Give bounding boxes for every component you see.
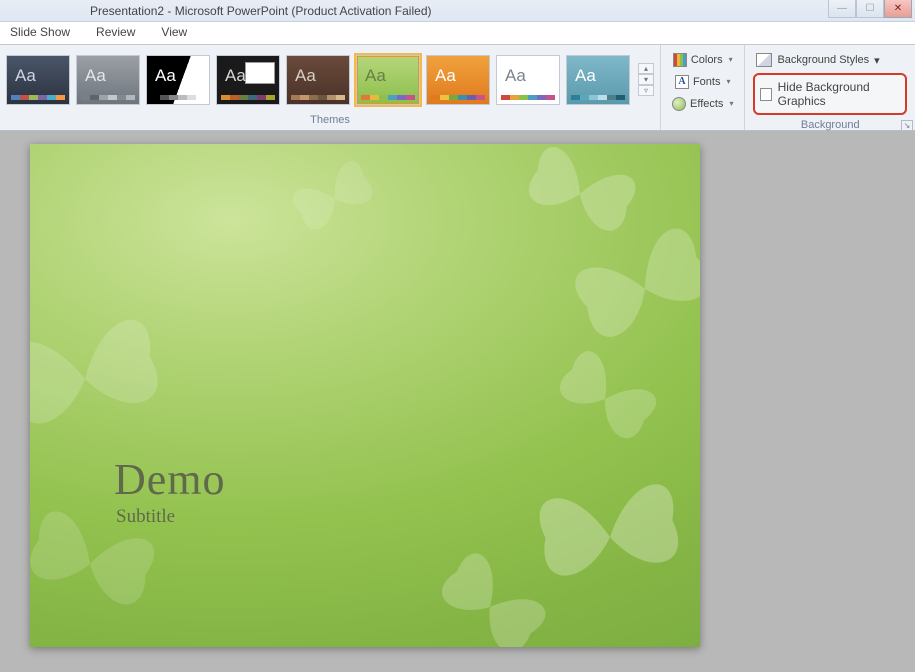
hide-background-graphics-checkbox[interactable]: Hide Background Graphics (753, 73, 907, 115)
theme-aa-label: Aa (295, 66, 316, 86)
theme-thumb-grayscale[interactable]: Aa (76, 55, 140, 105)
window-controls: — ☐ ✕ (828, 0, 912, 18)
title-bar: Presentation2 - Microsoft PowerPoint (Pr… (0, 0, 915, 22)
theme-aa-label: Aa (15, 66, 36, 86)
colors-button[interactable]: Colors ▾ (668, 50, 738, 70)
themes-gallery: Aa Aa Aa Aa Aa Aa Aa Aa Aa ▴▾▿ (0, 45, 660, 114)
theme-thumb-office[interactable]: Aa (6, 55, 70, 105)
theme-swatches (11, 95, 65, 100)
group-label-background: Background ↘ (745, 119, 915, 131)
theme-aa-label: Aa (365, 66, 386, 86)
chevron-down-icon: ▾ (729, 55, 733, 64)
theme-thumb-clean[interactable]: Aa (496, 55, 560, 105)
fonts-label: Fonts (693, 76, 721, 88)
maximize-button[interactable]: ☐ (856, 0, 884, 18)
ribbon-tabs: Slide Show Review View (0, 22, 915, 45)
butterfly-decoration (30, 278, 186, 480)
slide-subtitle[interactable]: Subtitle (116, 506, 175, 528)
tab-slide-show[interactable]: Slide Show (4, 21, 76, 44)
background-styles-button[interactable]: Background Styles ▾ (753, 51, 882, 69)
theme-thumb-blackwhite[interactable]: Aa (146, 55, 210, 105)
group-label-themes: Themes (0, 114, 660, 130)
slide-canvas[interactable]: Demo Subtitle (30, 144, 700, 647)
slide-title[interactable]: Demo (114, 454, 226, 505)
theme-thumb-darkphoto[interactable]: Aa (216, 55, 280, 105)
theme-aa-label: Aa (225, 66, 246, 86)
close-button[interactable]: ✕ (884, 0, 912, 18)
theme-thumb-butterfly[interactable]: Aa (356, 55, 420, 105)
chevron-down-icon: ▾ (726, 77, 730, 86)
window-title: Presentation2 - Microsoft PowerPoint (Pr… (90, 4, 431, 18)
group-background: Background Styles ▾ Hide Background Grap… (745, 45, 915, 130)
theme-aa-label: Aa (575, 66, 596, 86)
chevron-down-icon: ▾ (729, 99, 733, 108)
effects-button[interactable]: Effects ▾ (667, 94, 738, 114)
theme-scroll-up[interactable]: ▴ (638, 63, 654, 74)
ribbon: AaAaAaAaAaAaAaAaAa▴▾▿ Themes Colors ▾ A … (0, 45, 915, 131)
theme-gallery-more[interactable]: ▿ (638, 85, 654, 96)
theme-aa-label: Aa (505, 66, 526, 86)
group-theme-options: Colors ▾ A Fonts ▾ Effects ▾ (661, 45, 745, 130)
effects-label: Effects (690, 98, 723, 110)
colors-label: Colors (691, 54, 723, 66)
tab-review[interactable]: Review (90, 21, 141, 44)
theme-swatches (361, 95, 415, 100)
chevron-down-icon: ▾ (874, 54, 880, 67)
tab-view[interactable]: View (155, 21, 193, 44)
butterfly-decoration (274, 144, 397, 260)
theme-aa-label: Aa (85, 66, 106, 86)
background-styles-icon (756, 53, 772, 67)
theme-scroll-down[interactable]: ▾ (638, 74, 654, 85)
theme-thumb-orange[interactable]: Aa (426, 55, 490, 105)
group-themes: Aa Aa Aa Aa Aa Aa Aa Aa Aa ▴▾▿ Themes (0, 45, 661, 130)
theme-gallery-scroll: ▴▾▿ (638, 63, 654, 96)
theme-thumb-sepia[interactable]: Aa (286, 55, 350, 105)
theme-swatches (81, 95, 135, 100)
theme-swatches (571, 95, 625, 100)
theme-swatches (291, 95, 345, 100)
fonts-icon: A (675, 75, 689, 89)
theme-swatches (431, 95, 485, 100)
theme-swatches (221, 95, 275, 100)
theme-swatches (151, 95, 205, 100)
background-styles-label: Background Styles (777, 54, 869, 66)
checkbox-icon (760, 88, 771, 101)
theme-swatches (501, 95, 555, 100)
hide-background-label: Hide Background Graphics (778, 80, 897, 108)
fonts-button[interactable]: A Fonts ▾ (670, 72, 736, 92)
effects-icon (672, 97, 686, 111)
theme-aa-label: Aa (155, 66, 176, 86)
theme-thumb-aqua[interactable]: Aa (566, 55, 630, 105)
colors-icon (673, 53, 687, 67)
minimize-button[interactable]: — (828, 0, 856, 18)
theme-aa-label: Aa (435, 66, 456, 86)
slide-workarea: Demo Subtitle (0, 131, 915, 672)
